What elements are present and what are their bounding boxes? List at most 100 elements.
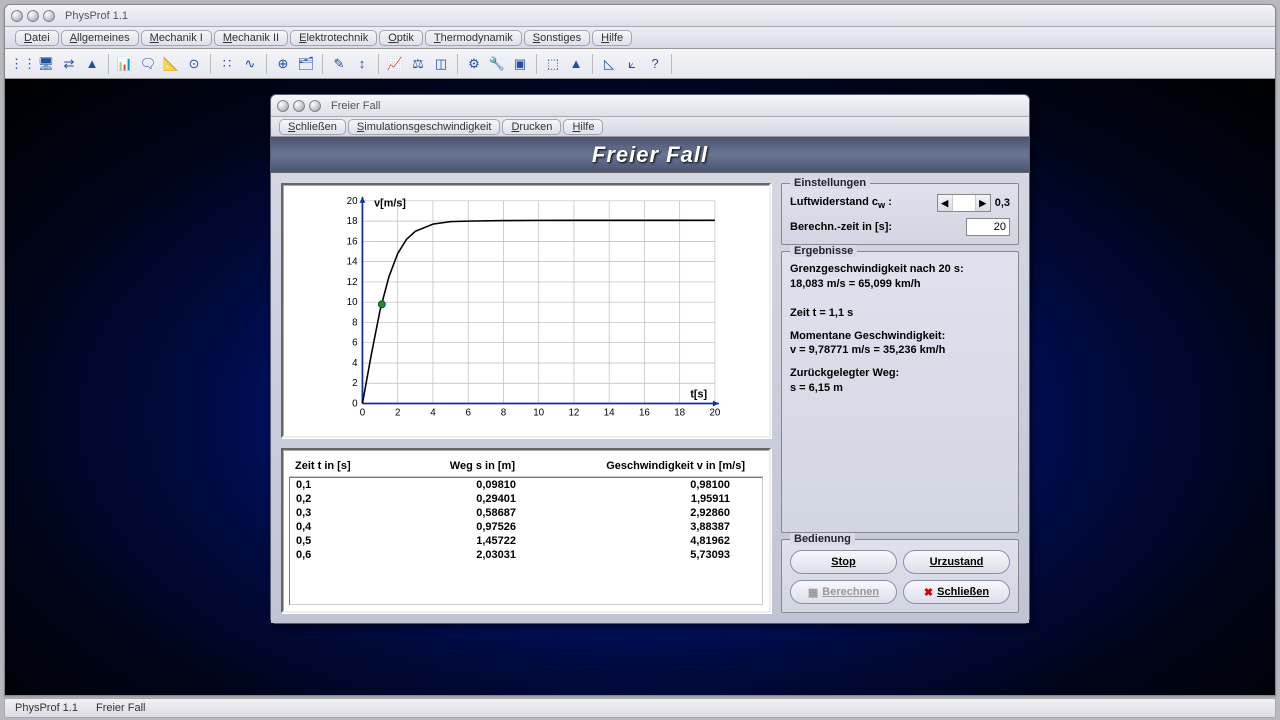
main-titlebar[interactable]: PhysProf 1.1 <box>5 5 1275 27</box>
menu-mechanik ii[interactable]: Mechanik II <box>214 30 288 46</box>
menu-thermodynamik[interactable]: Thermodynamik <box>425 30 522 46</box>
toolbar-icon-14[interactable]: 📈 <box>385 54 405 74</box>
sub-win-btn-1[interactable] <box>277 100 289 112</box>
svg-text:18: 18 <box>674 407 685 418</box>
close-icon: ✖ <box>924 586 933 599</box>
toolbar-icon-16[interactable]: ◫ <box>431 54 451 74</box>
table-header: Zeit t in [s] Weg s in [m] Geschwindigke… <box>289 456 763 477</box>
toolbar-icon-15[interactable]: ⚖ <box>408 54 428 74</box>
table-row[interactable]: 0,30,586872,92860 <box>290 506 762 520</box>
toolbar-icon-23[interactable]: ⟀ <box>622 54 642 74</box>
sub-win-btn-3[interactable] <box>309 100 321 112</box>
settings-group: Einstellungen Luftwiderstand cw : ◀ ▶ 0,… <box>781 183 1019 245</box>
chart-panel: 0246810121416182002468101214161820v[m/s]… <box>281 183 771 438</box>
svg-text:20: 20 <box>709 407 720 418</box>
svg-text:0: 0 <box>360 407 366 418</box>
svg-text:v[m/s]: v[m/s] <box>374 198 406 210</box>
submenu-drucken[interactable]: Drucken <box>502 119 561 135</box>
svg-text:8: 8 <box>352 317 358 328</box>
sub-title: Freier Fall <box>331 100 381 112</box>
table-body[interactable]: 0,10,098100,981000,20,294011,959110,30,5… <box>289 477 763 605</box>
calctime-input[interactable] <box>966 218 1010 236</box>
toolbar-icon-0[interactable]: ⋮⋮ <box>13 54 33 74</box>
toolbar-icon-13[interactable]: ↕ <box>352 54 372 74</box>
toolbar-icon-6[interactable]: 📐 <box>161 54 181 74</box>
toolbar-icon-12[interactable]: ✎ <box>329 54 349 74</box>
banner: Freier Fall <box>271 137 1029 173</box>
spinner-right-icon[interactable]: ▶ <box>975 195 990 211</box>
svg-text:2: 2 <box>395 407 400 418</box>
airres-spinner[interactable]: ◀ ▶ <box>937 194 991 212</box>
toolbar-icon-10[interactable]: ⊕ <box>273 54 293 74</box>
sub-titlebar[interactable]: Freier Fall <box>271 95 1029 117</box>
res-line3: Zeit t = 1,1 s <box>790 306 1010 321</box>
win-btn-2[interactable] <box>27 10 39 22</box>
th-dist: Weg s in [m] <box>385 460 515 472</box>
toolbar-icon-7[interactable]: ⊙ <box>184 54 204 74</box>
menu-mechanik i[interactable]: Mechanik I <box>141 30 212 46</box>
main-toolbar: ⋮⋮🖥⇄▲📊🗨📐⊙∷∿⊕🗂✎↕📈⚖◫⚙🔧▣⬚▲◺⟀? <box>5 49 1275 79</box>
toolbar-icon-22[interactable]: ◺ <box>599 54 619 74</box>
svg-text:10: 10 <box>347 297 358 308</box>
menu-allgemeines[interactable]: Allgemeines <box>61 30 139 46</box>
toolbar-icon-21[interactable]: ▲ <box>566 54 586 74</box>
table-row[interactable]: 0,62,030315,73093 <box>290 548 762 562</box>
toolbar-icon-18[interactable]: 🔧 <box>487 54 507 74</box>
toolbar-icon-24[interactable]: ? <box>645 54 665 74</box>
banner-text: Freier Fall <box>592 142 708 168</box>
submenu-simulationsgeschwindigkeit[interactable]: Simulationsgeschwindigkeit <box>348 119 501 135</box>
svg-text:18: 18 <box>347 216 358 227</box>
taskbar-app[interactable]: PhysProf 1.1 <box>15 702 78 714</box>
table-row[interactable]: 0,40,975263,88387 <box>290 520 762 534</box>
gear-icon: ▦ <box>808 586 818 599</box>
toolbar-icon-17[interactable]: ⚙ <box>464 54 484 74</box>
svg-text:12: 12 <box>347 277 358 288</box>
reset-button[interactable]: Urzustand <box>903 550 1010 574</box>
spinner-track[interactable] <box>953 195 975 211</box>
submenu-schließen[interactable]: Schließen <box>279 119 346 135</box>
toolbar-icon-3[interactable]: ▲ <box>82 54 102 74</box>
res-line7: s = 6,15 m <box>790 381 1010 396</box>
results-title: Ergebnisse <box>790 245 857 257</box>
menu-optik[interactable]: Optik <box>379 30 423 46</box>
calctime-label: Berechn.-zeit in [s]: <box>790 221 892 233</box>
toolbar-icon-2[interactable]: ⇄ <box>59 54 79 74</box>
menu-elektrotechnik[interactable]: Elektrotechnik <box>290 30 377 46</box>
toolbar-icon-4[interactable]: 📊 <box>115 54 135 74</box>
th-vel: Geschwindigkeit v in [m/s] <box>515 460 757 472</box>
table-row[interactable]: 0,51,457224,81962 <box>290 534 762 548</box>
toolbar-icon-20[interactable]: ⬚ <box>543 54 563 74</box>
svg-text:0: 0 <box>352 398 358 409</box>
win-btn-3[interactable] <box>43 10 55 22</box>
taskbar-win[interactable]: Freier Fall <box>96 702 146 714</box>
taskbar[interactable]: PhysProf 1.1 Freier Fall <box>4 698 1276 718</box>
toolbar-icon-9[interactable]: ∿ <box>240 54 260 74</box>
menu-sonstiges[interactable]: Sonstiges <box>524 30 590 46</box>
submenu-hilfe[interactable]: Hilfe <box>563 119 603 135</box>
menu-hilfe[interactable]: Hilfe <box>592 30 632 46</box>
win-btn-1[interactable] <box>11 10 23 22</box>
toolbar-icon-5[interactable]: 🗨 <box>138 54 158 74</box>
svg-text:2: 2 <box>352 378 357 389</box>
sub-win-btn-2[interactable] <box>293 100 305 112</box>
res-line1: Grenzgeschwindigkeit nach 20 s: <box>790 262 1010 277</box>
velocity-chart: 0246810121416182002468101214161820v[m/s]… <box>291 193 757 428</box>
table-row[interactable]: 0,20,294011,95911 <box>290 492 762 506</box>
menu-datei[interactable]: Datei <box>15 30 59 46</box>
res-line5: v = 9,78771 m/s = 35,236 km/h <box>790 343 1010 358</box>
calc-button[interactable]: ▦Berechnen <box>790 580 897 604</box>
main-menubar: DateiAllgemeinesMechanik IMechanik IIEle… <box>5 27 1275 49</box>
svg-text:14: 14 <box>347 257 358 268</box>
controls-title: Bedienung <box>790 533 855 545</box>
table-panel: Zeit t in [s] Weg s in [m] Geschwindigke… <box>281 448 771 613</box>
table-row[interactable]: 0,10,098100,98100 <box>290 478 762 492</box>
close-button[interactable]: ✖Schließen <box>903 580 1010 604</box>
toolbar-icon-8[interactable]: ∷ <box>217 54 237 74</box>
toolbar-icon-19[interactable]: ▣ <box>510 54 530 74</box>
toolbar-icon-11[interactable]: 🗂 <box>296 54 316 74</box>
stop-button[interactable]: Stop <box>790 550 897 574</box>
spinner-left-icon[interactable]: ◀ <box>938 195 953 211</box>
svg-text:t[s]: t[s] <box>690 389 707 401</box>
svg-text:4: 4 <box>430 407 436 418</box>
toolbar-icon-1[interactable]: 🖥 <box>36 54 56 74</box>
